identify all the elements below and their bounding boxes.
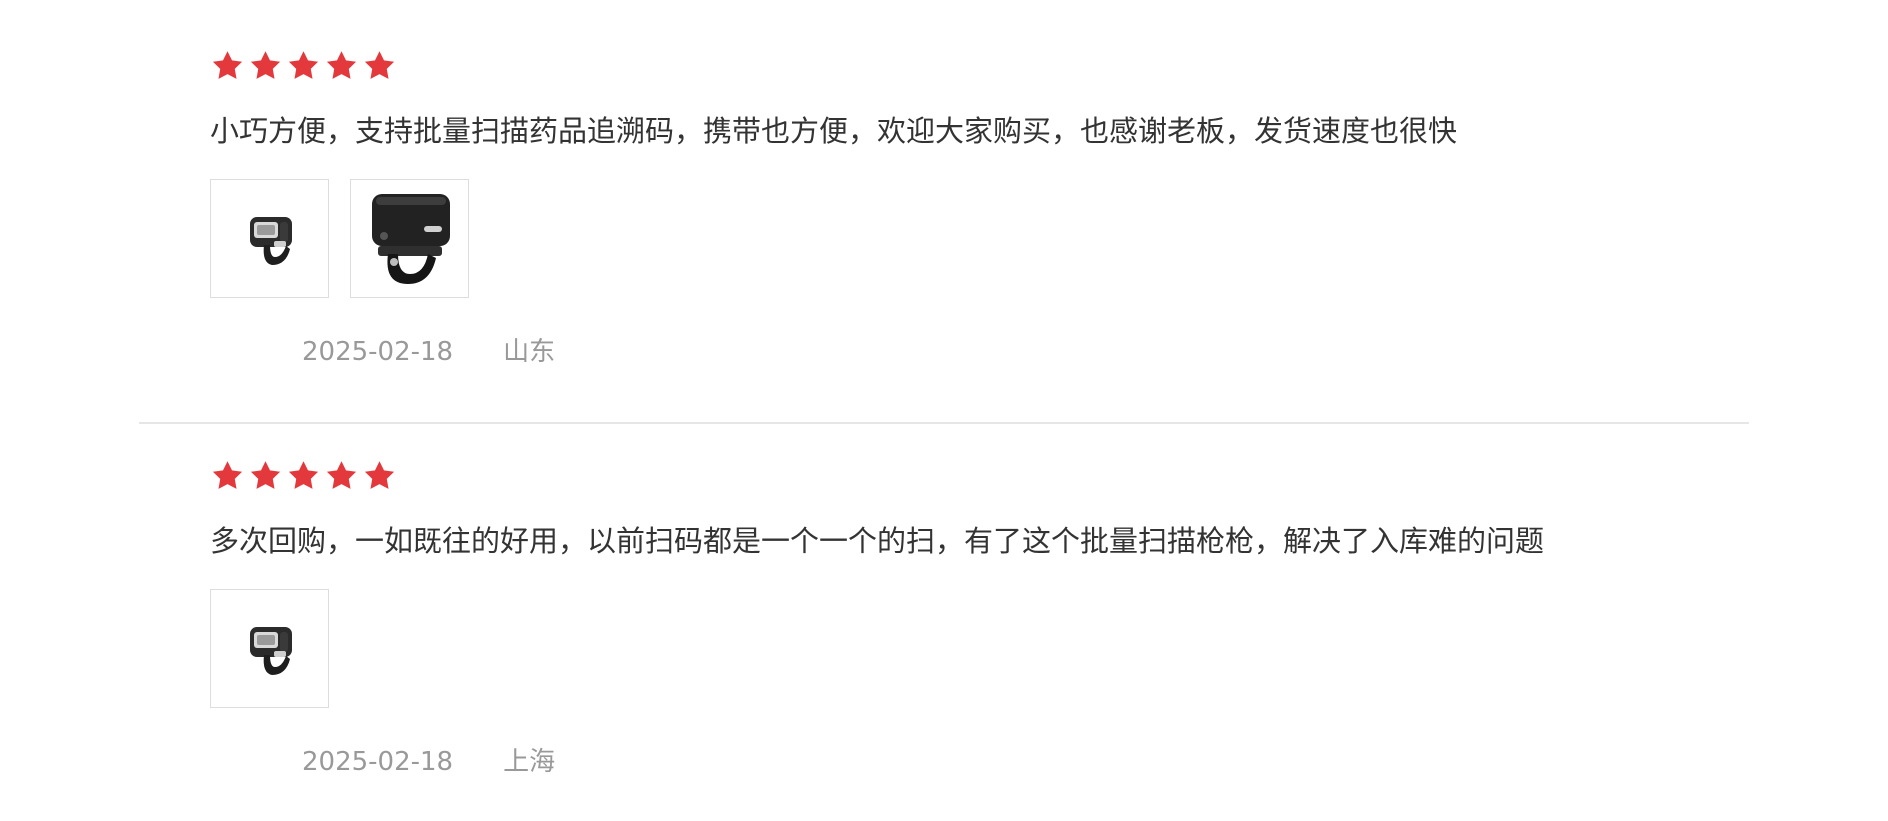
star-rating [210, 48, 1750, 84]
review-text: 小巧方便，支持批量扫描药品追溯码，携带也方便，欢迎大家购买，也感谢老板，发货速度… [210, 114, 1458, 148]
ring-scanner-small-image [249, 216, 292, 265]
review-date: 2025-02-18 [302, 337, 454, 367]
star-icon [210, 459, 245, 494]
review-meta: 2025-02-18 山东 [302, 335, 1750, 369]
review-photos [210, 179, 1750, 298]
review-photo-thumbnail[interactable] [350, 179, 469, 298]
star-icon [362, 459, 397, 494]
star-icon [362, 49, 397, 84]
review-date: 2025-02-18 [302, 747, 454, 777]
review-photo-thumbnail[interactable] [210, 179, 329, 298]
review-item-1: 小巧方便，支持批量扫描药品追溯码，携带也方便，欢迎大家购买，也感谢老板，发货速度… [210, 48, 1750, 369]
star-icon [286, 459, 321, 494]
star-icon [210, 49, 245, 84]
review-location: 山东 [503, 337, 556, 367]
star-icon [286, 49, 321, 84]
star-icon [324, 459, 359, 494]
review-photo-thumbnail[interactable] [210, 589, 329, 708]
star-icon [324, 49, 359, 84]
star-icon [248, 49, 283, 84]
review-location: 上海 [503, 747, 556, 777]
review-text: 多次回购，一如既往的好用，以前扫码都是一个一个的扫，有了这个批量扫描枪枪，解决了… [210, 524, 1545, 558]
star-rating [210, 458, 1750, 494]
review-photos [210, 589, 1750, 708]
review-divider [139, 422, 1749, 424]
review-meta: 2025-02-18 上海 [302, 745, 1750, 779]
ring-scanner-small-image [249, 626, 292, 675]
ring-scanner-large-image [371, 193, 450, 284]
star-icon [248, 459, 283, 494]
review-item-2: 多次回购，一如既往的好用，以前扫码都是一个一个的扫，有了这个批量扫描枪枪，解决了… [210, 458, 1750, 779]
